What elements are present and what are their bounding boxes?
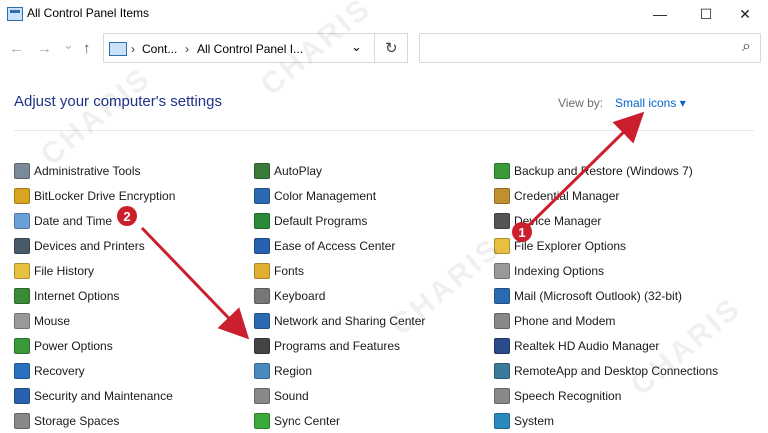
arrow-to-view-by [520,111,645,234]
annotation-marker-2: 2 [117,206,137,226]
annotation-marker-1: 1 [512,222,532,242]
arrow-to-programs-and-features [140,226,250,340]
annotation-arrows [140,111,645,340]
